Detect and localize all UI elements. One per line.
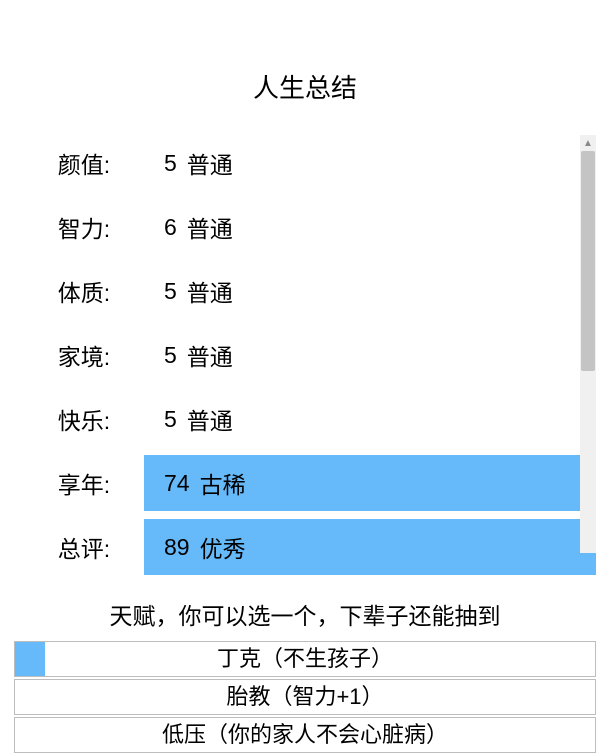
stat-row: 颜值: 5 普通	[14, 135, 596, 191]
stat-row: 智力: 6 普通	[14, 199, 596, 255]
stat-label: 颜值:	[14, 135, 144, 191]
stat-number: 6	[164, 214, 177, 241]
talent-header: 天赋，你可以选一个，下辈子还能抽到	[0, 597, 610, 631]
stat-number: 5	[164, 150, 177, 177]
stat-value: 74 古稀	[144, 455, 596, 511]
scrollbar[interactable]: ▲	[580, 135, 596, 553]
stat-value: 5 普通	[144, 391, 596, 447]
stats-wrapper: 颜值:5普通智力:6普通体质:5普通家境:5普通快乐:5普通享年:74古稀总评:…	[0, 135, 610, 583]
page-title: 人生总结	[0, 0, 610, 135]
stat-label: 享年:	[14, 455, 144, 511]
stat-value: 5 普通	[144, 263, 596, 319]
stat-value: 5 普通	[144, 327, 596, 383]
stat-label: 体质:	[14, 263, 144, 319]
stat-number: 5	[164, 278, 177, 305]
stat-number: 5	[164, 342, 177, 369]
stat-value: 6 普通	[144, 199, 596, 255]
talent-label: 丁克（不生孩子）	[217, 646, 393, 671]
stat-grade: 普通	[187, 402, 233, 436]
stat-grade: 古稀	[200, 466, 246, 500]
stat-label: 家境:	[14, 327, 144, 383]
stat-label: 总评:	[14, 519, 144, 575]
talent-option[interactable]: 丁克（不生孩子）	[14, 641, 596, 677]
stat-label: 快乐:	[14, 391, 144, 447]
scrollbar-up-icon[interactable]: ▲	[580, 135, 596, 151]
talent-option[interactable]: 胎教（智力+1）	[14, 679, 596, 715]
stats-list[interactable]: 颜值:5普通智力:6普通体质:5普通家境:5普通快乐:5普通享年:74古稀总评:…	[14, 135, 596, 583]
stat-grade: 普通	[187, 210, 233, 244]
stat-grade: 普通	[187, 274, 233, 308]
scrollbar-thumb[interactable]	[581, 151, 595, 371]
stat-row: 总评: 89 优秀	[14, 519, 596, 575]
stat-number: 74	[164, 470, 190, 497]
stat-number: 5	[164, 406, 177, 433]
stat-value: 89 优秀	[144, 519, 596, 575]
talent-label: 胎教（智力+1）	[226, 684, 383, 709]
stat-grade: 普通	[187, 338, 233, 372]
stat-number: 89	[164, 534, 190, 561]
talent-list: 丁克（不生孩子） 胎教（智力+1） 低压（你的家人不会心脏病）	[0, 641, 610, 753]
stat-grade: 普通	[187, 146, 233, 180]
stat-row: 家境: 5 普通	[14, 327, 596, 383]
talent-option[interactable]: 低压（你的家人不会心脏病）	[14, 717, 596, 753]
stat-value: 5 普通	[144, 135, 596, 191]
stat-grade: 优秀	[200, 530, 246, 564]
stat-row: 享年: 74 古稀	[14, 455, 596, 511]
talent-label: 低压（你的家人不会心脏病）	[162, 722, 448, 747]
stat-row: 快乐: 5 普通	[14, 391, 596, 447]
stat-row: 体质: 5 普通	[14, 263, 596, 319]
stat-label: 智力:	[14, 199, 144, 255]
